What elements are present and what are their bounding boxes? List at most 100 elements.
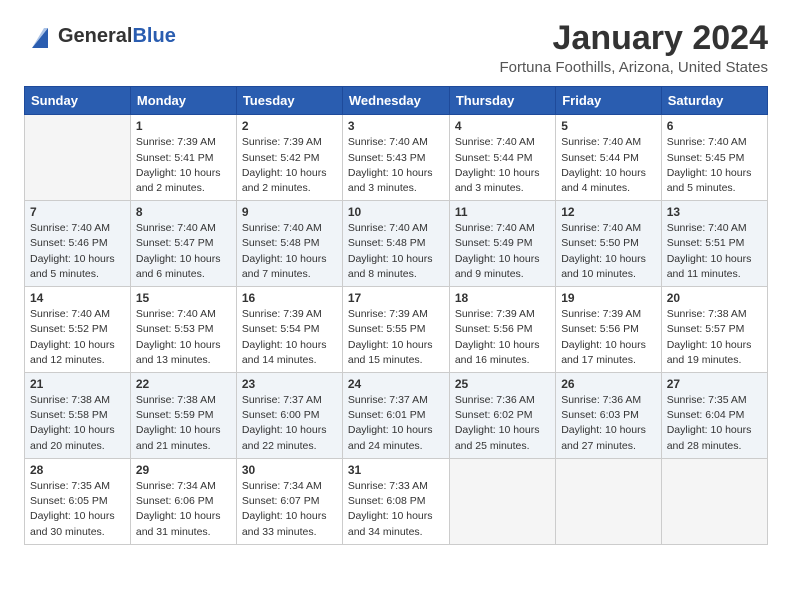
day-info: Sunrise: 7:40 AMSunset: 5:51 PMDaylight:… [667, 221, 762, 282]
table-row: 17 Sunrise: 7:39 AMSunset: 5:55 PMDayligh… [342, 287, 449, 373]
day-info: Sunrise: 7:40 AMSunset: 5:48 PMDaylight:… [348, 221, 444, 282]
day-number: 4 [455, 119, 550, 133]
day-info: Sunrise: 7:39 AMSunset: 5:41 PMDaylight:… [136, 135, 231, 196]
table-row: 4 Sunrise: 7:40 AMSunset: 5:44 PMDaylight… [449, 115, 555, 201]
day-number: 3 [348, 119, 444, 133]
day-number: 20 [667, 291, 762, 305]
day-number: 7 [30, 205, 125, 219]
day-info: Sunrise: 7:37 AMSunset: 6:00 PMDaylight:… [242, 393, 337, 454]
day-number: 31 [348, 463, 444, 477]
table-row: 6 Sunrise: 7:40 AMSunset: 5:45 PMDaylight… [661, 115, 767, 201]
day-number: 30 [242, 463, 337, 477]
calendar-week-row: 28Sunrise: 7:35 AMSunset: 6:05 PMDayligh… [25, 458, 768, 544]
day-number: 8 [136, 205, 231, 219]
day-info: Sunrise: 7:40 AMSunset: 5:44 PMDaylight:… [561, 135, 656, 196]
col-monday: Monday [130, 87, 236, 115]
col-tuesday: Tuesday [236, 87, 342, 115]
calendar-table: Sunday Monday Tuesday Wednesday Thursday… [24, 86, 768, 544]
calendar-header-row: Sunday Monday Tuesday Wednesday Thursday… [25, 87, 768, 115]
day-number: 19 [561, 291, 656, 305]
table-row: 18Sunrise: 7:39 AMSunset: 5:56 PMDayligh… [449, 287, 555, 373]
day-number: 16 [242, 291, 337, 305]
day-number: 9 [242, 205, 337, 219]
day-number: 2 [242, 119, 337, 133]
day-number: 29 [136, 463, 231, 477]
day-number: 10 [348, 205, 444, 219]
table-row: 27 Sunrise: 7:35 AMSunset: 6:04 PMDayligh… [661, 373, 767, 459]
table-row: 26Sunrise: 7:36 AMSunset: 6:03 PMDayligh… [556, 373, 662, 459]
day-info: Sunrise: 7:39 AMSunset: 5:56 PMDaylight:… [455, 307, 550, 368]
table-row: 25 Sunrise: 7:36 AMSunset: 6:02 PMDayligh… [449, 373, 555, 459]
day-info: Sunrise: 7:35 AMSunset: 6:05 PMDaylight:… [30, 479, 125, 540]
table-row: 15 Sunrise: 7:40 AMSunset: 5:53 PMDayligh… [130, 287, 236, 373]
day-number: 11 [455, 205, 550, 219]
table-row [25, 115, 131, 201]
day-number: 12 [561, 205, 656, 219]
table-row: 21 Sunrise: 7:38 AMSunset: 5:58 PMDayligh… [25, 373, 131, 459]
day-info: Sunrise: 7:39 AMSunset: 5:55 PMDaylight:… [348, 307, 444, 368]
location: Fortuna Foothills, Arizona, United State… [500, 59, 768, 76]
day-info: Sunrise: 7:40 AMSunset: 5:44 PMDaylight:… [455, 135, 550, 196]
day-info: Sunrise: 7:40 AMSunset: 5:50 PMDaylight:… [561, 221, 656, 282]
day-info: Sunrise: 7:36 AMSunset: 6:02 PMDaylight:… [455, 393, 550, 454]
title-block: January 2024 Fortuna Foothills, Arizona,… [500, 20, 768, 76]
day-number: 21 [30, 377, 125, 391]
day-info: Sunrise: 7:34 AMSunset: 6:07 PMDaylight:… [242, 479, 337, 540]
day-number: 17 [348, 291, 444, 305]
table-row: 19 Sunrise: 7:39 AMSunset: 5:56 PMDayligh… [556, 287, 662, 373]
col-friday: Friday [556, 87, 662, 115]
calendar-week-row: 1 Sunrise: 7:39 AMSunset: 5:41 PMDaylight… [25, 115, 768, 201]
table-row: 10 Sunrise: 7:40 AMSunset: 5:48 PMDayligh… [342, 201, 449, 287]
col-thursday: Thursday [449, 87, 555, 115]
day-info: Sunrise: 7:40 AMSunset: 5:52 PMDaylight:… [30, 307, 125, 368]
day-info: Sunrise: 7:37 AMSunset: 6:01 PMDaylight:… [348, 393, 444, 454]
day-info: Sunrise: 7:38 AMSunset: 5:58 PMDaylight:… [30, 393, 125, 454]
day-info: Sunrise: 7:39 AMSunset: 5:42 PMDaylight:… [242, 135, 337, 196]
logo-blue: Blue [132, 25, 175, 48]
day-number: 24 [348, 377, 444, 391]
table-row: 9Sunrise: 7:40 AMSunset: 5:48 PMDaylight… [236, 201, 342, 287]
day-info: Sunrise: 7:35 AMSunset: 6:04 PMDaylight:… [667, 393, 762, 454]
table-row: 22Sunrise: 7:38 AMSunset: 5:59 PMDayligh… [130, 373, 236, 459]
table-row: 14 Sunrise: 7:40 AMSunset: 5:52 PMDayligh… [25, 287, 131, 373]
logo: General Blue [24, 20, 176, 52]
table-row: 24 Sunrise: 7:37 AMSunset: 6:01 PMDayligh… [342, 373, 449, 459]
table-row: 20 Sunrise: 7:38 AMSunset: 5:57 PMDayligh… [661, 287, 767, 373]
day-number: 1 [136, 119, 231, 133]
day-info: Sunrise: 7:40 AMSunset: 5:47 PMDaylight:… [136, 221, 231, 282]
table-row: 7 Sunrise: 7:40 AMSunset: 5:46 PMDaylight… [25, 201, 131, 287]
day-info: Sunrise: 7:39 AMSunset: 5:56 PMDaylight:… [561, 307, 656, 368]
day-info: Sunrise: 7:38 AMSunset: 5:57 PMDaylight:… [667, 307, 762, 368]
logo-icon [24, 20, 56, 52]
day-info: Sunrise: 7:40 AMSunset: 5:43 PMDaylight:… [348, 135, 444, 196]
day-info: Sunrise: 7:40 AMSunset: 5:46 PMDaylight:… [30, 221, 125, 282]
day-number: 23 [242, 377, 337, 391]
day-info: Sunrise: 7:40 AMSunset: 5:53 PMDaylight:… [136, 307, 231, 368]
table-row: 30 Sunrise: 7:34 AMSunset: 6:07 PMDayligh… [236, 458, 342, 544]
day-number: 6 [667, 119, 762, 133]
col-saturday: Saturday [661, 87, 767, 115]
calendar-week-row: 7 Sunrise: 7:40 AMSunset: 5:46 PMDaylight… [25, 201, 768, 287]
day-number: 13 [667, 205, 762, 219]
month-title: January 2024 [500, 20, 768, 57]
calendar-week-row: 21 Sunrise: 7:38 AMSunset: 5:58 PMDayligh… [25, 373, 768, 459]
day-number: 15 [136, 291, 231, 305]
table-row: 31Sunrise: 7:33 AMSunset: 6:08 PMDayligh… [342, 458, 449, 544]
day-info: Sunrise: 7:38 AMSunset: 5:59 PMDaylight:… [136, 393, 231, 454]
day-info: Sunrise: 7:40 AMSunset: 5:45 PMDaylight:… [667, 135, 762, 196]
day-number: 5 [561, 119, 656, 133]
day-number: 27 [667, 377, 762, 391]
day-info: Sunrise: 7:34 AMSunset: 6:06 PMDaylight:… [136, 479, 231, 540]
table-row: 16Sunrise: 7:39 AMSunset: 5:54 PMDayligh… [236, 287, 342, 373]
calendar-week-row: 14 Sunrise: 7:40 AMSunset: 5:52 PMDayligh… [25, 287, 768, 373]
table-row: 12 Sunrise: 7:40 AMSunset: 5:50 PMDayligh… [556, 201, 662, 287]
logo-general: General [58, 25, 132, 48]
table-row: 3 Sunrise: 7:40 AMSunset: 5:43 PMDaylight… [342, 115, 449, 201]
day-number: 25 [455, 377, 550, 391]
table-row: 23 Sunrise: 7:37 AMSunset: 6:00 PMDayligh… [236, 373, 342, 459]
col-sunday: Sunday [25, 87, 131, 115]
day-number: 14 [30, 291, 125, 305]
day-info: Sunrise: 7:36 AMSunset: 6:03 PMDaylight:… [561, 393, 656, 454]
table-row: 11Sunrise: 7:40 AMSunset: 5:49 PMDayligh… [449, 201, 555, 287]
table-row [661, 458, 767, 544]
